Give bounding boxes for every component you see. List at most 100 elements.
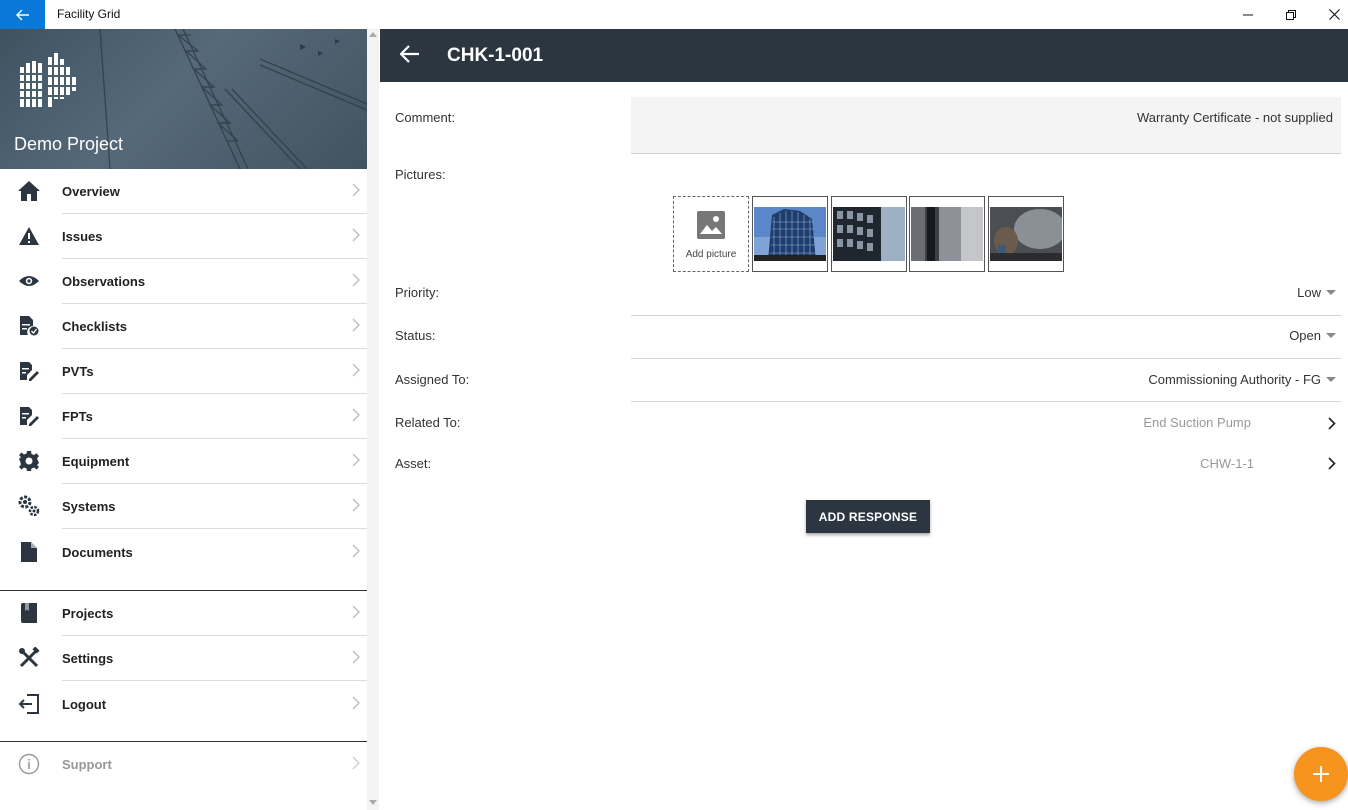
gears-icon xyxy=(17,494,41,518)
picture-thumbnail[interactable] xyxy=(909,196,985,272)
window-back-button[interactable] xyxy=(0,0,45,29)
dropdown-caret-icon xyxy=(1326,290,1336,295)
pvt-icon xyxy=(17,359,41,383)
sidebar-item-issues[interactable]: Issues xyxy=(0,214,367,259)
restore-icon xyxy=(1286,9,1296,20)
sidebar: Demo Project Overview Issues Observation… xyxy=(0,29,367,810)
picture-thumbnail[interactable] xyxy=(752,196,828,272)
sidebar-item-label: Support xyxy=(62,757,112,772)
chevron-right-icon xyxy=(352,363,360,377)
divider xyxy=(631,358,1341,359)
chevron-right-icon xyxy=(352,453,360,467)
interior-photo xyxy=(911,207,983,261)
checklist-icon xyxy=(17,314,41,338)
priority-label: Priority: xyxy=(395,285,440,300)
chevron-right-icon xyxy=(352,544,360,558)
sidebar-item-logout[interactable]: Logout xyxy=(0,682,367,727)
sidebar-item-label: Projects xyxy=(62,606,114,621)
project-header: Demo Project xyxy=(0,29,367,169)
assigned-to-label: Assigned To: xyxy=(395,372,470,387)
gear-icon xyxy=(17,449,41,473)
building-photo xyxy=(754,207,826,261)
sidebar-item-equipment[interactable]: Equipment xyxy=(0,439,367,484)
fpt-icon xyxy=(17,404,41,428)
equipment-photo xyxy=(990,207,1062,261)
chevron-right-icon xyxy=(352,318,360,332)
arrow-left-icon xyxy=(15,9,29,20)
sidebar-item-settings[interactable]: Settings xyxy=(0,636,367,681)
sidebar-item-label: Logout xyxy=(62,697,107,712)
picture-thumbnail[interactable] xyxy=(831,196,907,272)
divider xyxy=(631,315,1341,316)
sidebar-item-pvts[interactable]: PVTs xyxy=(0,349,367,394)
sidebar-item-checklists[interactable]: Checklists xyxy=(0,304,367,349)
status-label: Status: xyxy=(395,328,436,343)
chevron-right-icon xyxy=(352,696,360,710)
document-icon xyxy=(17,540,41,564)
detail-header: CHK-1-001 xyxy=(380,29,1348,82)
facade-photo xyxy=(833,207,905,261)
sidebar-item-label: Systems xyxy=(62,499,116,514)
close-button[interactable] xyxy=(1311,0,1348,29)
book-icon xyxy=(17,601,41,625)
divider xyxy=(62,680,367,681)
sidebar-item-support[interactable]: Support xyxy=(0,742,367,787)
assigned-to-value: Commissioning Authority - FG xyxy=(1148,372,1321,387)
divider xyxy=(62,528,367,529)
chevron-right-icon xyxy=(352,273,360,287)
detail-pane: CHK-1-001 Comment: Warranty Certificate … xyxy=(380,29,1348,810)
back-arrow-icon[interactable] xyxy=(400,45,420,63)
warning-icon xyxy=(17,224,41,248)
sidebar-item-label: Observations xyxy=(62,274,146,289)
sidebar-item-observations[interactable]: Observations xyxy=(0,259,367,304)
sidebar-item-projects[interactable]: Projects xyxy=(0,591,367,636)
sidebar-item-label: Equipment xyxy=(62,454,130,469)
sidebar-scrollbar[interactable] xyxy=(367,29,379,810)
sidebar-item-documents[interactable]: Documents xyxy=(0,530,367,575)
chevron-right-icon xyxy=(1328,417,1336,430)
add-picture-button[interactable]: Add picture xyxy=(673,196,749,272)
minimize-button[interactable] xyxy=(1225,0,1271,29)
sidebar-item-label: Overview xyxy=(62,184,120,199)
related-to-label: Related To: xyxy=(395,415,461,430)
sidebar-item-label: Issues xyxy=(62,229,103,244)
scroll-up-icon xyxy=(369,32,377,37)
sidebar-item-label: Checklists xyxy=(62,319,128,334)
add-picture-label: Add picture xyxy=(685,249,737,260)
minimize-icon xyxy=(1243,14,1253,15)
add-response-button[interactable]: ADD RESPONSE xyxy=(806,500,930,533)
plus-icon xyxy=(1313,766,1329,782)
chevron-right-icon xyxy=(352,228,360,242)
sidebar-item-label: PVTs xyxy=(62,364,94,379)
chevron-right-icon xyxy=(1328,457,1336,470)
close-icon xyxy=(1328,9,1340,20)
asset-value: CHW-1-1 xyxy=(1200,456,1254,471)
sidebar-item-fpts[interactable]: FPTs xyxy=(0,394,367,439)
dropdown-caret-icon xyxy=(1326,377,1336,382)
status-value: Open xyxy=(1289,328,1321,343)
sidebar-item-systems[interactable]: Systems xyxy=(0,484,367,529)
info-icon xyxy=(17,752,41,776)
sidebar-item-label: Documents xyxy=(62,545,133,560)
chevron-right-icon xyxy=(352,605,360,619)
picture-thumbnail[interactable] xyxy=(988,196,1064,272)
comment-field[interactable]: Warranty Certificate - not supplied xyxy=(631,97,1341,154)
asset-label: Asset: xyxy=(395,456,432,471)
restore-button[interactable] xyxy=(1268,0,1314,29)
pictures-label: Pictures: xyxy=(395,167,446,182)
image-icon xyxy=(697,211,725,239)
home-icon xyxy=(17,179,41,203)
chevron-right-icon xyxy=(352,408,360,422)
project-name: Demo Project xyxy=(14,134,124,154)
add-fab-button[interactable] xyxy=(1294,747,1348,801)
chevron-right-icon xyxy=(352,183,360,197)
sidebar-item-overview[interactable]: Overview xyxy=(0,169,367,214)
logout-icon xyxy=(17,692,41,716)
tools-icon xyxy=(17,646,41,670)
window-title-bar: Facility Grid xyxy=(0,0,1348,29)
chevron-right-icon xyxy=(352,498,360,512)
scroll-down-icon xyxy=(369,800,377,805)
chevron-right-icon xyxy=(352,650,360,664)
facility-grid-logo xyxy=(18,53,78,107)
dropdown-caret-icon xyxy=(1326,333,1336,338)
